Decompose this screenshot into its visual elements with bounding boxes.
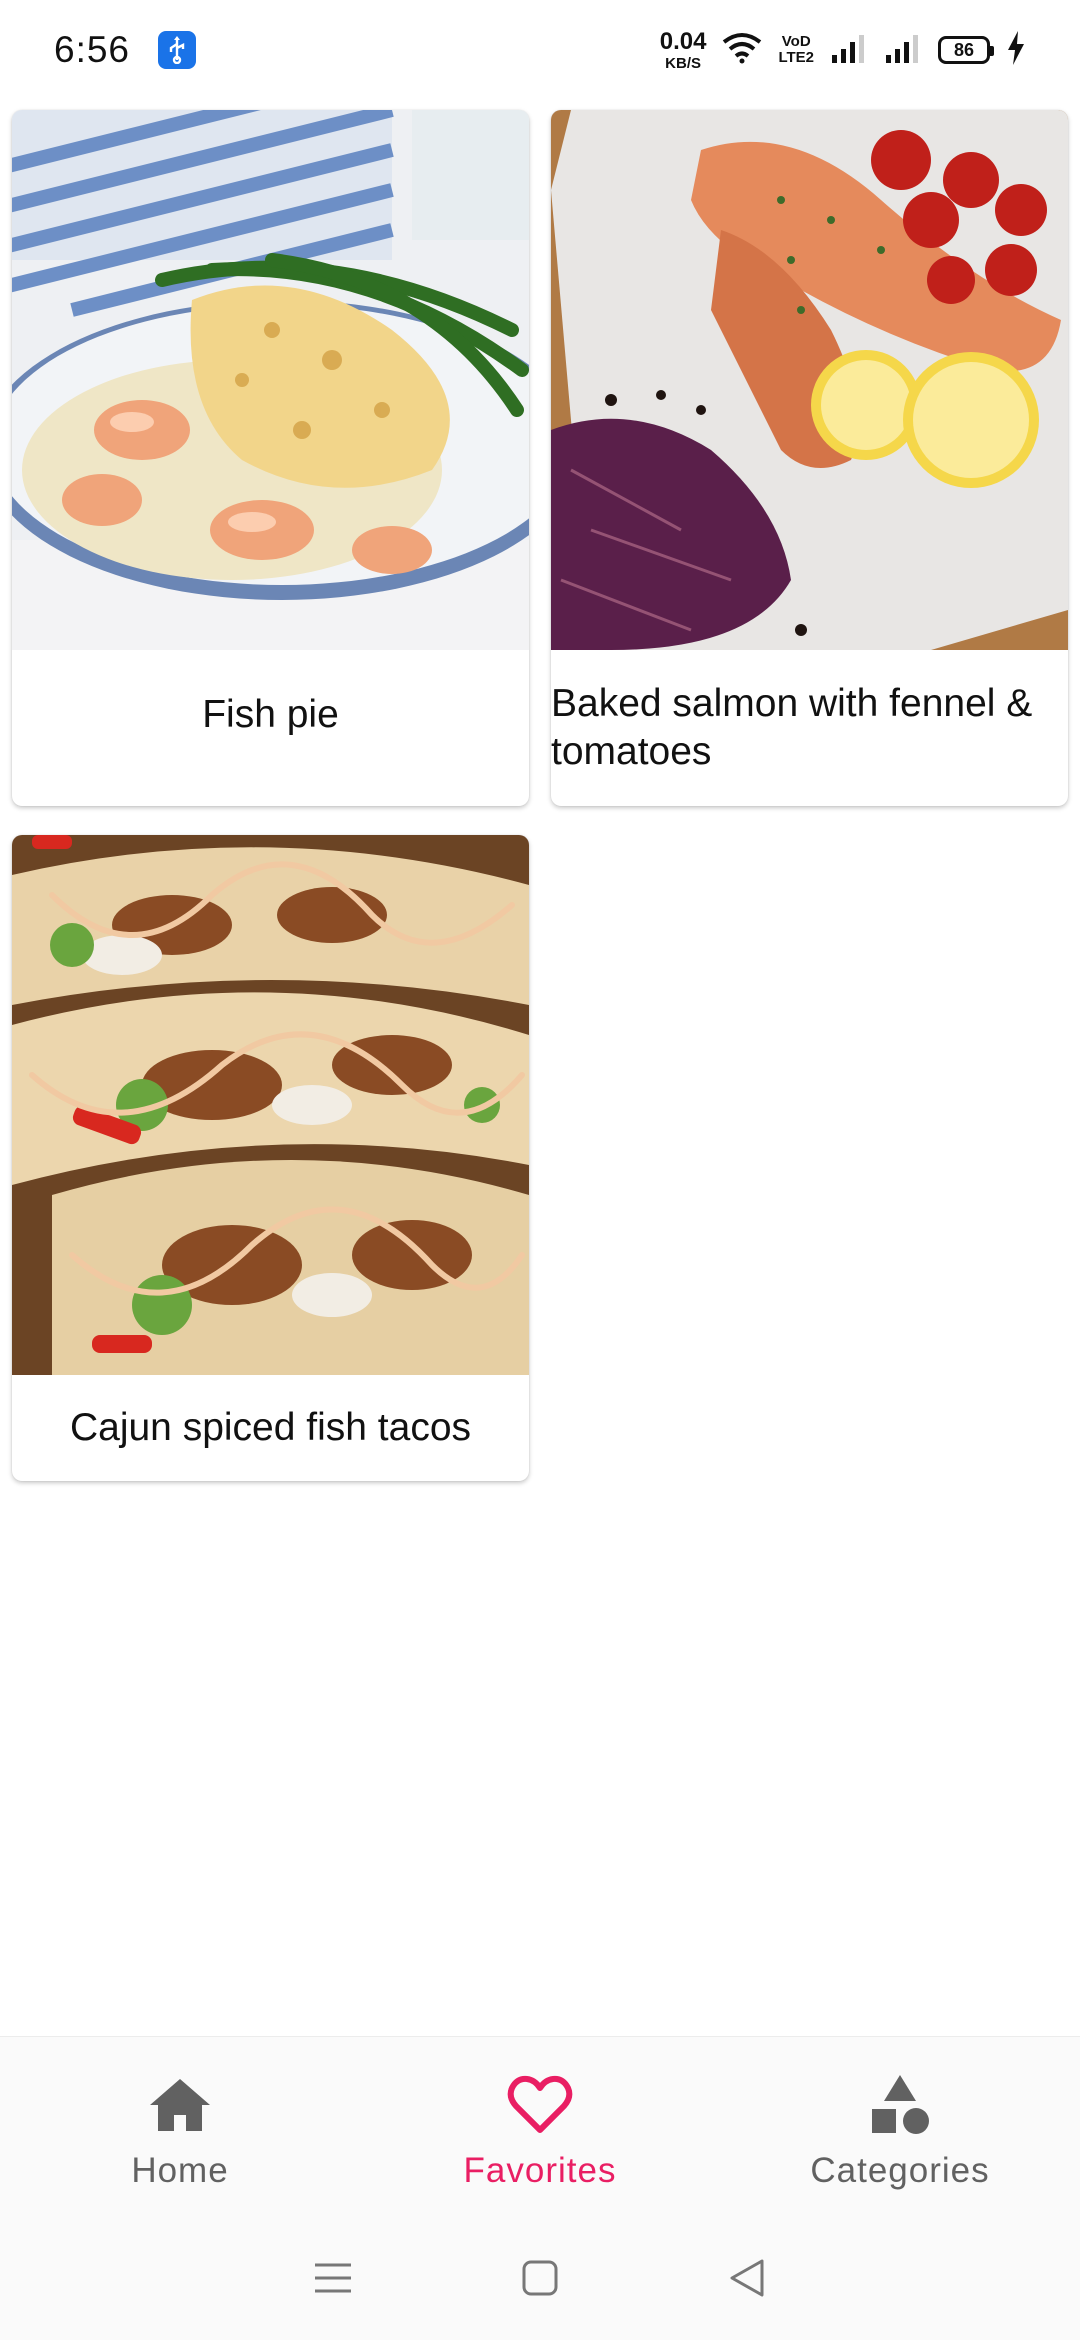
nav-home-label: Home — [131, 2151, 229, 2190]
usb-debug-icon — [158, 31, 197, 69]
nav-categories-label: Categories — [810, 2151, 990, 2190]
back-icon[interactable] — [717, 2248, 777, 2308]
recent-apps-icon[interactable] — [303, 2248, 363, 2308]
volte-indicator: VoD LTE2 — [778, 33, 814, 66]
recipe-title: Cajun spiced fish tacos — [69, 1406, 472, 1449]
status-icons: 0.04 KB/S VoD LTE2 86 — [659, 27, 1026, 72]
status-bar: 6:56 0.04 KB/S VoD LTE2 86 — [0, 0, 1080, 100]
bottom-navigation: Home Favorites Categories — [0, 2036, 1080, 2216]
network-speed: 0.04 KB/S — [659, 27, 707, 72]
wifi-icon — [722, 32, 762, 69]
system-navigation-bar — [0, 2216, 1080, 2340]
charging-icon — [1006, 30, 1026, 70]
signal-icon-sim2 — [884, 33, 922, 68]
nav-categories[interactable]: Categories — [720, 2037, 1080, 2216]
recipe-card-fish-tacos[interactable]: Cajun spiced fish tacos — [12, 835, 529, 1481]
home-icon — [144, 2069, 216, 2141]
nav-favorites[interactable]: Favorites — [360, 2037, 720, 2216]
recipe-title: Fish pie — [202, 693, 339, 736]
nav-favorites-label: Favorites — [463, 2151, 617, 2190]
home-button-icon[interactable] — [510, 2248, 570, 2308]
fish-pie-photo — [12, 110, 529, 650]
baked-salmon-photo — [551, 110, 1068, 650]
battery-icon: 86 — [938, 36, 994, 64]
recipe-title: Baked salmon with fennel & tomatoes — [551, 682, 1033, 773]
recipe-card-fish-pie[interactable]: Fish pie — [12, 110, 529, 806]
fish-tacos-photo — [12, 835, 529, 1375]
nav-home[interactable]: Home — [0, 2037, 360, 2216]
signal-icon-sim1 — [830, 33, 868, 68]
heart-icon — [504, 2069, 576, 2141]
categories-icon — [864, 2069, 936, 2141]
recipe-card-baked-salmon[interactable]: Baked salmon with fennel & tomatoes — [551, 110, 1068, 806]
status-time: 6:56 — [54, 29, 131, 70]
